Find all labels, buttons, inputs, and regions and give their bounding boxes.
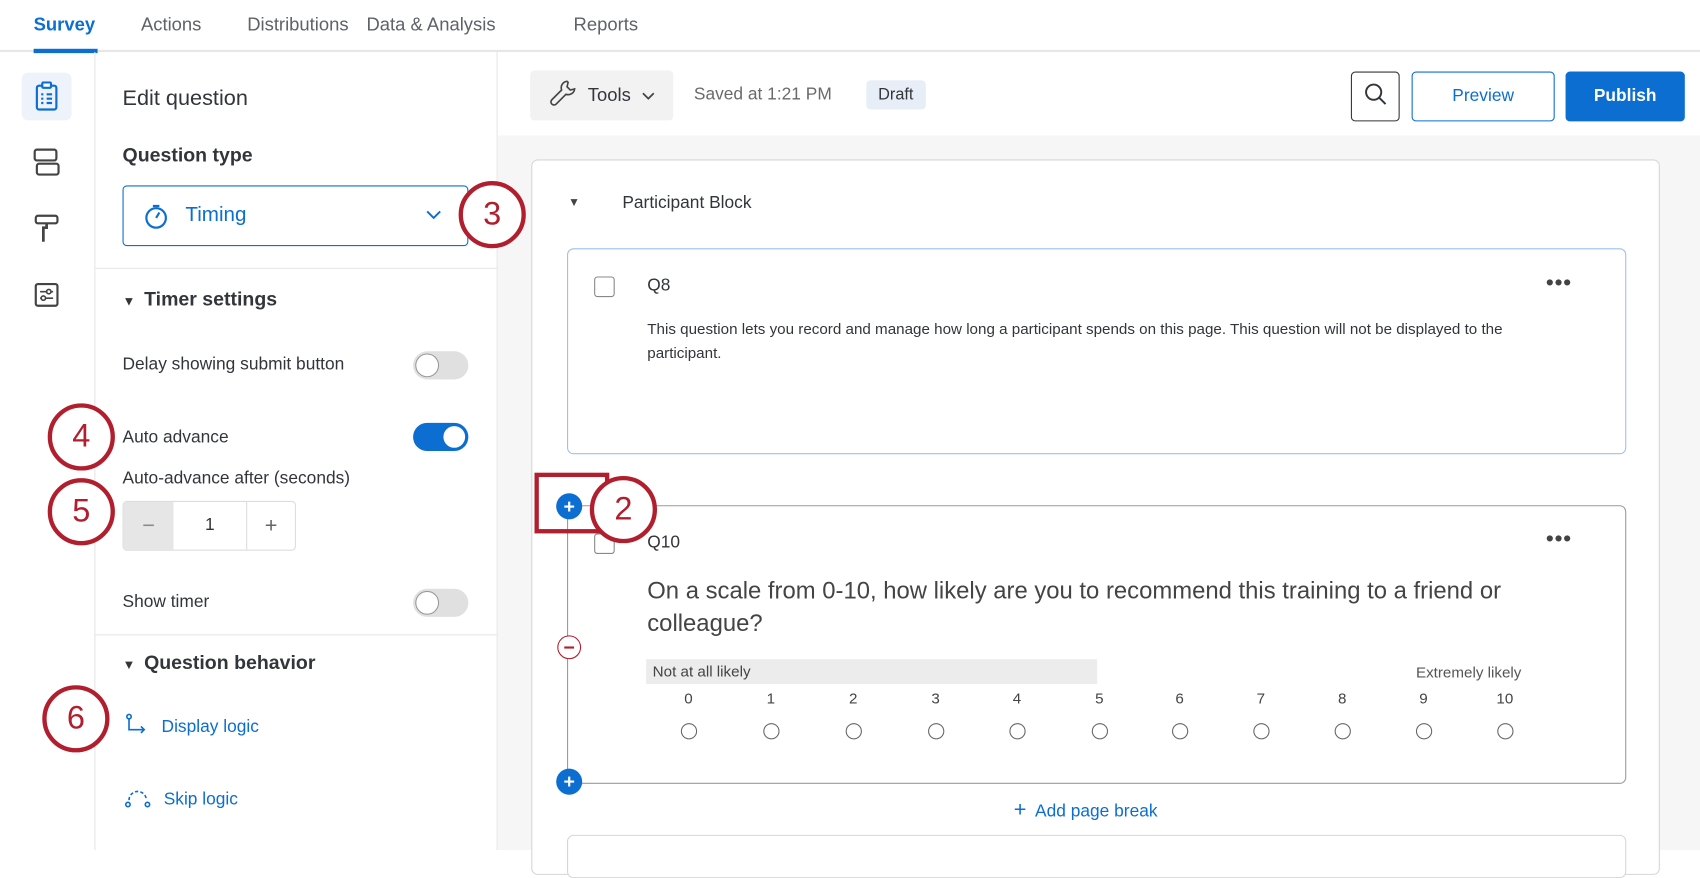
- remove-minus-icon[interactable]: −: [557, 635, 581, 659]
- show-timer-toggle[interactable]: [413, 589, 468, 617]
- caret-down-icon[interactable]: ▼: [568, 196, 580, 209]
- annotation-6: 6: [42, 685, 109, 752]
- scale-radio-3[interactable]: [928, 723, 944, 739]
- auto-advance-after-label: Auto-advance after (seconds): [123, 469, 351, 489]
- scale-label-9: 9: [1407, 690, 1440, 707]
- q8-text: This question lets you record and manage…: [647, 317, 1579, 365]
- scale-radio-8[interactable]: [1335, 723, 1351, 739]
- low-anchor-label: Not at all likely: [646, 659, 1097, 684]
- stopwatch-icon: [144, 204, 168, 235]
- saved-status: Saved at 1:21 PM: [694, 86, 832, 106]
- scale-radio-6[interactable]: [1172, 723, 1188, 739]
- question-behavior-section[interactable]: ▼ Question behavior: [123, 652, 316, 675]
- panel-title: Edit question: [123, 87, 248, 112]
- annotation-2: 2: [590, 476, 657, 543]
- tab-actions[interactable]: Actions: [141, 14, 201, 36]
- question-type-dropdown[interactable]: Timing: [123, 185, 469, 246]
- decrement-button[interactable]: −: [124, 502, 174, 550]
- plus-icon: +: [1014, 798, 1027, 822]
- chevron-down-icon: [426, 206, 441, 226]
- delay-submit-toggle[interactable]: [413, 351, 468, 379]
- q10-id: Q10: [647, 533, 680, 553]
- show-timer-label: Show timer: [123, 593, 210, 613]
- search-icon: [1363, 82, 1387, 111]
- timer-settings-section[interactable]: ▼ Timer settings: [123, 288, 278, 311]
- publish-button[interactable]: Publish: [1566, 72, 1685, 122]
- q8-id: Q8: [647, 276, 670, 296]
- divider: [95, 268, 496, 269]
- scale-radio-10[interactable]: [1497, 723, 1513, 739]
- scale-label-3: 3: [919, 690, 952, 707]
- scale-radio-1[interactable]: [763, 723, 779, 739]
- scale-label-0: 0: [672, 690, 705, 707]
- q8-more-options-icon[interactable]: •••: [1546, 271, 1572, 296]
- display-logic-icon: [125, 712, 149, 741]
- scale-label-7: 7: [1245, 690, 1278, 707]
- tools-button[interactable]: Tools: [530, 70, 673, 120]
- wrench-icon: [549, 79, 577, 113]
- scale-radio-9[interactable]: [1416, 723, 1432, 739]
- add-question-below-plus-icon[interactable]: +: [556, 769, 582, 795]
- draft-badge: Draft: [866, 80, 925, 109]
- scale-label-2: 2: [837, 690, 870, 707]
- increment-button[interactable]: +: [246, 502, 295, 550]
- add-page-break-link[interactable]: +Add page break: [1014, 798, 1158, 823]
- timer-settings-label: Timer settings: [144, 288, 277, 310]
- block-name: Participant Block: [622, 194, 751, 214]
- auto-advance-seconds-stepper: − 1 +: [123, 501, 296, 551]
- question-type-heading: Question type: [123, 144, 253, 167]
- divider: [95, 634, 496, 635]
- tab-reports[interactable]: Reports: [574, 14, 639, 36]
- survey-flow-icon[interactable]: [22, 139, 72, 187]
- question-type-value: Timing: [185, 204, 246, 228]
- scale-radio-0[interactable]: [681, 723, 697, 739]
- scale-label-8: 8: [1326, 690, 1359, 707]
- scale-label-4: 4: [1001, 690, 1034, 707]
- question-card-q10[interactable]: [567, 505, 1626, 784]
- tab-survey[interactable]: Survey: [34, 14, 95, 36]
- scale-label-1: 1: [755, 690, 788, 707]
- display-logic-link[interactable]: Display logic: [125, 712, 259, 741]
- scale-label-6: 6: [1163, 690, 1196, 707]
- q10-text: On a scale from 0-10, how likely are you…: [647, 575, 1579, 640]
- scale-label-10: 10: [1489, 690, 1522, 707]
- skip-logic-icon: [125, 785, 151, 814]
- scale-radio-2[interactable]: [846, 723, 862, 739]
- q10-more-options-icon[interactable]: •••: [1546, 527, 1572, 552]
- look-and-feel-paint-roller-icon[interactable]: [22, 205, 72, 253]
- edit-question-panel: Edit question Question type Timing ▼ Time…: [95, 52, 497, 850]
- annotation-5: 5: [48, 478, 115, 545]
- tab-data-analysis[interactable]: Data & Analysis: [366, 14, 495, 36]
- auto-advance-toggle[interactable]: [413, 423, 468, 451]
- search-button[interactable]: [1351, 72, 1400, 122]
- delay-submit-label: Delay showing submit button: [123, 356, 345, 376]
- survey-options-icon[interactable]: [22, 271, 72, 319]
- seconds-input[interactable]: 1: [173, 502, 246, 550]
- scale-radio-4[interactable]: [1009, 723, 1025, 739]
- annotation-3: 3: [459, 181, 526, 248]
- scale-radio-5[interactable]: [1092, 723, 1108, 739]
- q8-checkbox[interactable]: [594, 276, 615, 297]
- chevron-down-icon: [642, 85, 655, 107]
- auto-advance-label: Auto advance: [123, 428, 229, 448]
- skip-logic-link[interactable]: Skip logic: [125, 785, 238, 814]
- caret-down-icon: ▼: [123, 657, 136, 672]
- annotation-4: 4: [48, 403, 115, 470]
- high-anchor-label: Extremely likely: [1416, 664, 1521, 681]
- scale-label-5: 5: [1083, 690, 1116, 707]
- scale-radio-7[interactable]: [1253, 723, 1269, 739]
- question-behavior-label: Question behavior: [144, 652, 315, 674]
- preview-button[interactable]: Preview: [1412, 72, 1555, 122]
- caret-down-icon: ▼: [123, 294, 136, 309]
- top-nav: Survey Actions Distributions Data & Anal…: [0, 0, 1700, 52]
- survey-clipboard-icon[interactable]: [22, 73, 72, 121]
- tab-distributions[interactable]: Distributions: [247, 14, 348, 36]
- next-question-card[interactable]: [567, 835, 1626, 878]
